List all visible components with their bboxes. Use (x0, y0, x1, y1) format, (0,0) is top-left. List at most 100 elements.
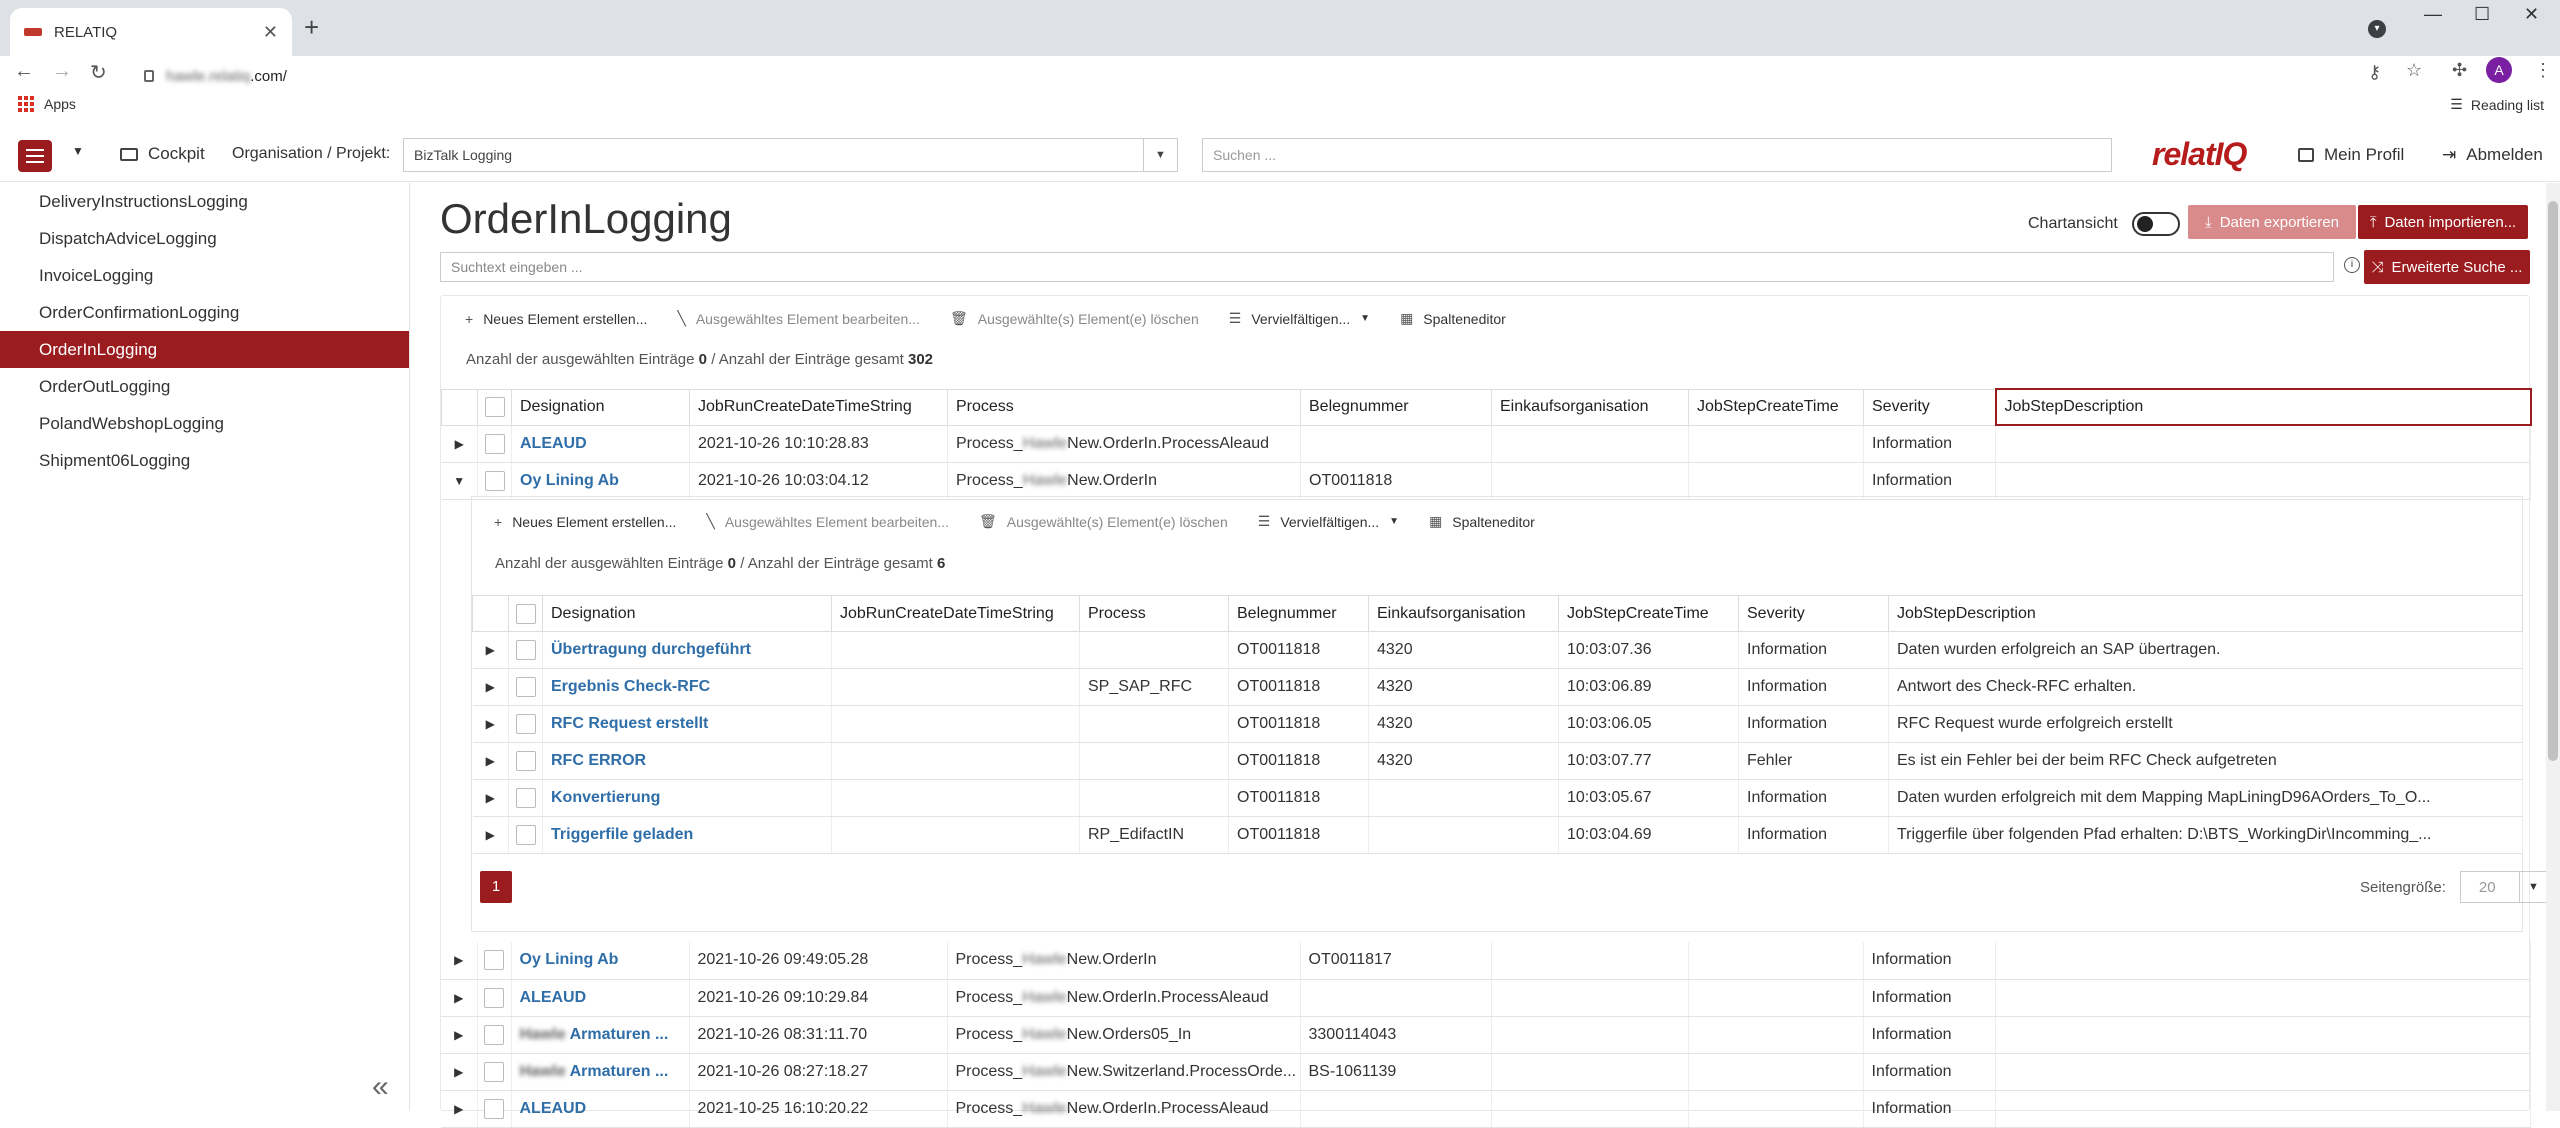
multiply-dropdown[interactable]: ☰ Vervielfältigen... ▼ (1229, 310, 1370, 327)
row-checkbox[interactable] (508, 816, 543, 854)
table-row[interactable]: ▶ Ergebnis Check-RFC SP_SAP_RFC OT001181… (472, 668, 2523, 706)
row-checkbox[interactable] (477, 979, 512, 1017)
expand-row-icon[interactable]: ▶ (472, 816, 509, 854)
table-search-input[interactable]: Suchtext eingeben ... (440, 252, 2334, 282)
row-designation-link[interactable]: Hawle Armaturen ... (520, 1063, 669, 1080)
new-element-button[interactable]: + Neues Element erstellen... (494, 514, 676, 530)
expand-row-icon[interactable]: ▶ (441, 425, 478, 463)
cockpit-link[interactable]: Cockpit (120, 144, 205, 164)
col-header-jobrun[interactable]: JobRunCreateDateTimeString (689, 388, 948, 426)
profile-avatar[interactable]: A (2486, 57, 2512, 83)
import-data-button[interactable]: ⤒ Daten importieren... (2358, 205, 2528, 239)
sidebar-item-orderconfirmation[interactable]: OrderConfirmationLogging (0, 294, 409, 331)
col-header-belegnummer[interactable]: Belegnummer (1228, 595, 1369, 632)
row-checkbox[interactable] (508, 668, 543, 706)
chevron-down-icon[interactable]: ▼ (2518, 872, 2547, 902)
new-tab-icon[interactable]: + (304, 14, 319, 40)
row-checkbox[interactable] (477, 942, 512, 980)
extensions-icon[interactable]: ✣ (2452, 60, 2467, 81)
row-checkbox[interactable] (508, 705, 543, 743)
menu-dots-icon[interactable]: ⋮ (2534, 60, 2552, 81)
col-header-process[interactable]: Process (947, 388, 1301, 426)
expand-row-icon[interactable]: ▶ (441, 1016, 478, 1054)
row-designation-link[interactable]: ALEAUD (520, 989, 587, 1006)
collapse-row-icon[interactable]: ▼ (441, 462, 478, 500)
expand-row-icon[interactable]: ▶ (472, 668, 509, 706)
page-button-1[interactable]: 1 (480, 871, 512, 903)
table-row[interactable]: ▶ ALEAUD 2021-10-26 09:10:29.84 Process_… (441, 979, 2531, 1017)
sidebar-item-polandwebshop[interactable]: PolandWebshopLogging (0, 405, 409, 442)
org-project-select[interactable]: BizTalk Logging ▼ (403, 138, 1178, 172)
col-header-jobstepdescription[interactable]: JobStepDescription (1888, 595, 2523, 632)
table-row[interactable]: ▶ RFC Request erstellt OT0011818 4320 10… (472, 705, 2523, 743)
advanced-search-button[interactable]: ⤨ Erweiterte Suche ... (2364, 250, 2530, 284)
global-search-input[interactable]: Suchen ... (1202, 138, 2112, 172)
col-header-belegnummer[interactable]: Belegnummer (1300, 388, 1492, 426)
select-all-checkbox[interactable] (508, 595, 543, 632)
delete-element-button[interactable]: 🗑 Ausgewählte(s) Element(e) löschen (950, 310, 1199, 327)
minimize-icon[interactable]: — (2424, 4, 2442, 25)
back-icon[interactable]: ← (14, 60, 34, 83)
col-header-severity[interactable]: Severity (1738, 595, 1889, 632)
row-designation-link[interactable]: Konvertierung (551, 789, 660, 806)
logout-link[interactable]: ⇥ Abmelden (2442, 145, 2543, 165)
row-checkbox[interactable] (477, 1016, 512, 1054)
expand-row-icon[interactable]: ▶ (472, 742, 509, 780)
page-size-select[interactable]: 20 ▼ (2459, 871, 2548, 903)
expand-row-icon[interactable]: ▶ (441, 1090, 478, 1128)
apps-shortcut[interactable]: Apps (18, 96, 76, 112)
address-bar[interactable]: hawle.relatiq .com/ (126, 58, 2436, 94)
row-designation-link[interactable]: RFC Request erstellt (551, 715, 708, 732)
sidebar-item-shipment06[interactable]: Shipment06Logging (0, 442, 409, 479)
hamburger-menu-button[interactable] (18, 140, 52, 172)
star-icon[interactable]: ☆ (2406, 60, 2422, 81)
scrollbar-thumb[interactable] (2548, 201, 2558, 761)
select-all-checkbox[interactable] (477, 388, 512, 426)
edit-element-button[interactable]: ╲ Ausgewähltes Element bearbeiten... (706, 513, 949, 530)
row-designation-link[interactable]: ALEAUD (520, 1100, 587, 1117)
sidebar-item-deliveryinstructions[interactable]: DeliveryInstructionsLogging (0, 183, 409, 220)
col-header-einkauf[interactable]: Einkaufsorganisation (1368, 595, 1559, 632)
table-row[interactable]: ▶ Konvertierung OT0011818 10:03:05.67 In… (472, 779, 2523, 817)
expand-row-icon[interactable]: ▶ (441, 979, 478, 1017)
col-header-designation[interactable]: Designation (542, 595, 832, 632)
toggle-switch[interactable] (2131, 212, 2180, 236)
reading-list[interactable]: ☰ Reading list (2450, 96, 2544, 113)
table-row[interactable]: ▶ Oy Lining Ab 2021-10-26 09:49:05.28 Pr… (441, 942, 2531, 980)
row-checkbox[interactable] (477, 425, 512, 463)
table-row[interactable]: ▼ Oy Lining Ab 2021-10-26 10:03:04.12 Pr… (441, 462, 2531, 500)
close-tab-icon[interactable]: ✕ (263, 22, 278, 43)
row-designation-link[interactable]: ALEAUD (520, 435, 587, 452)
row-designation-link[interactable]: Übertragung durchgeführt (551, 641, 751, 658)
new-element-button[interactable]: + Neues Element erstellen... (465, 311, 647, 327)
info-icon[interactable]: i (2344, 257, 2360, 273)
col-header-designation[interactable]: Designation (511, 388, 690, 426)
row-checkbox[interactable] (477, 1053, 512, 1091)
sidebar-item-invoice[interactable]: InvoiceLogging (0, 257, 409, 294)
my-profile-link[interactable]: Mein Profil (2298, 145, 2404, 165)
expand-row-icon[interactable]: ▶ (441, 1053, 478, 1091)
tab-search-icon[interactable]: ▾ (2368, 20, 2386, 38)
row-designation-link[interactable]: Oy Lining Ab (520, 951, 619, 968)
col-header-einkauf[interactable]: Einkaufsorganisation (1491, 388, 1689, 426)
table-row[interactable]: ▶ Hawle Armaturen ... 2021-10-26 08:27:1… (441, 1053, 2531, 1091)
edit-element-button[interactable]: ╲ Ausgewähltes Element bearbeiten... (677, 310, 920, 327)
table-row[interactable]: ▶ Hawle Armaturen ... 2021-10-26 08:31:1… (441, 1016, 2531, 1054)
row-designation-link[interactable]: Triggerfile geladen (551, 826, 693, 843)
reload-icon[interactable]: ↻ (90, 60, 107, 85)
row-designation-link[interactable]: Ergebnis Check-RFC (551, 678, 710, 695)
col-header-jobsteptime[interactable]: JobStepCreateTime (1688, 388, 1864, 426)
column-editor-button[interactable]: ▦ Spalteneditor (1400, 310, 1506, 327)
delete-element-button[interactable]: 🗑 Ausgewählte(s) Element(e) löschen (979, 513, 1228, 530)
row-designation-link[interactable]: RFC ERROR (551, 752, 646, 769)
row-designation-link[interactable]: Oy Lining Ab (520, 472, 619, 489)
chevron-down-icon[interactable]: ▼ (72, 144, 84, 158)
column-editor-button[interactable]: ▦ Spalteneditor (1429, 513, 1535, 530)
table-row[interactable]: ▶ ALEAUD 2021-10-26 10:10:28.83 Process_… (441, 425, 2531, 463)
table-row[interactable]: ▶ RFC ERROR OT0011818 4320 10:03:07.77 F… (472, 742, 2523, 780)
browser-tab[interactable]: RELATIQ ✕ (10, 8, 292, 56)
row-checkbox[interactable] (477, 1090, 512, 1128)
export-data-button[interactable]: ⤓ Daten exportieren (2188, 205, 2356, 239)
sidebar-item-dispatchadvice[interactable]: DispatchAdviceLogging (0, 220, 409, 257)
chevron-down-icon[interactable]: ▼ (1143, 139, 1177, 171)
